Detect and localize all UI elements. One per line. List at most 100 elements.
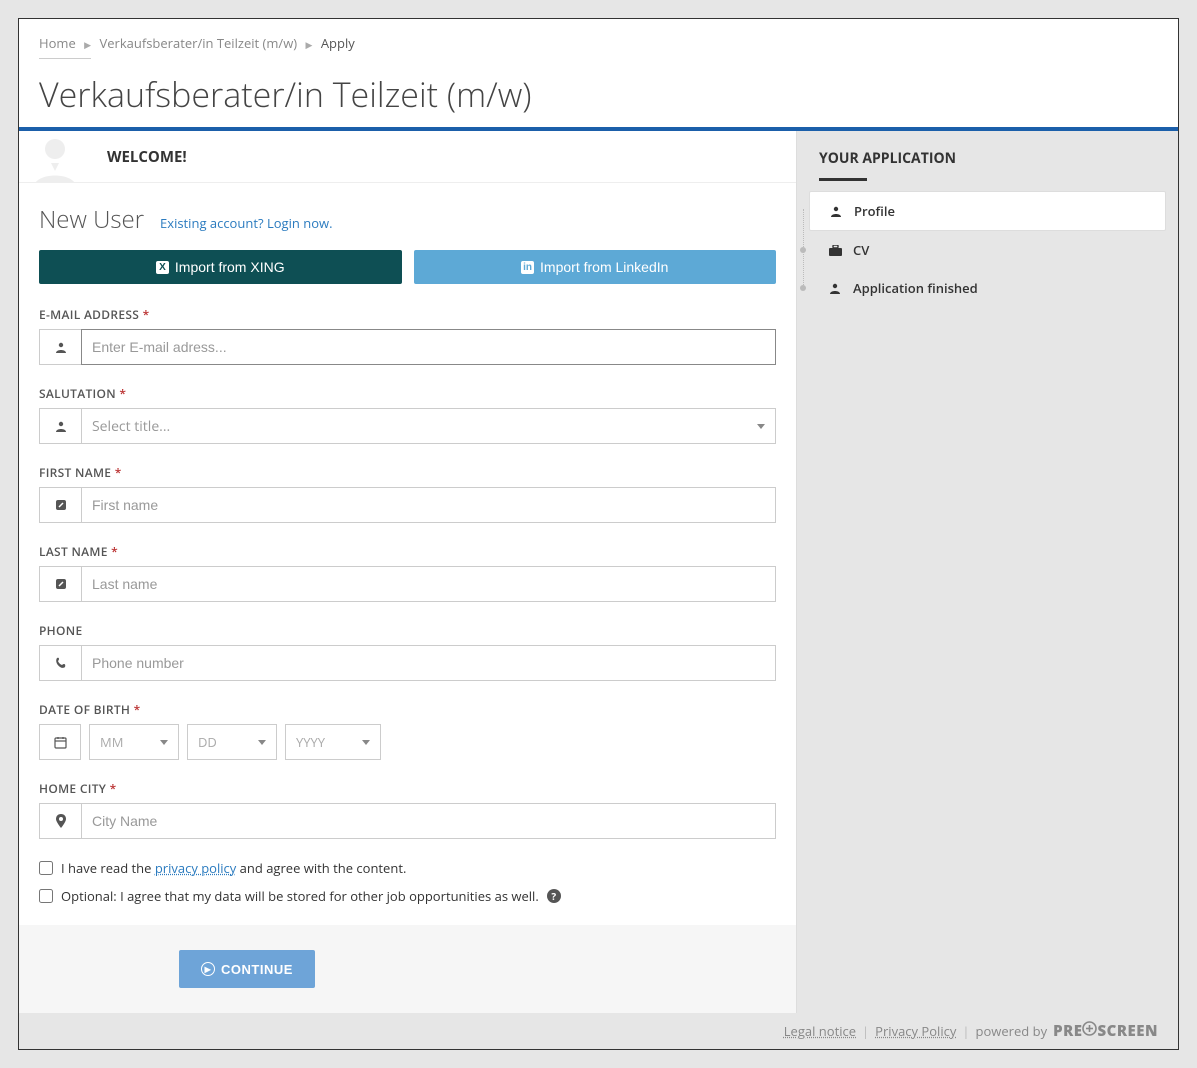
- firstname-input[interactable]: [81, 487, 776, 523]
- dob-day-placeholder: DD: [198, 733, 217, 751]
- new-user-line: New User Existing account? Login now.: [39, 203, 776, 236]
- prescreen-brand: PRESCREEN: [1053, 1021, 1158, 1041]
- breadcrumb-home[interactable]: Home: [39, 34, 76, 52]
- dob-year-placeholder: YYYY: [296, 733, 325, 751]
- breadcrumb-current: Apply: [321, 34, 355, 52]
- xing-icon: X: [156, 261, 169, 274]
- continue-label: CONTINUE: [221, 962, 293, 977]
- required-marker: *: [110, 780, 117, 797]
- chevron-right-icon: ▶: [84, 38, 91, 51]
- chevron-right-icon: ▶: [306, 38, 313, 51]
- breadcrumb-job[interactable]: Verkaufsberater/in Teilzeit (m/w): [99, 34, 297, 52]
- lastname-group: [39, 566, 776, 602]
- dob-month-placeholder: MM: [100, 733, 123, 751]
- login-link[interactable]: Existing account? Login now.: [160, 214, 332, 232]
- phone-input[interactable]: [81, 645, 776, 681]
- brand-post: SCREEN: [1097, 1021, 1158, 1041]
- dob-day-select[interactable]: DD: [187, 724, 277, 760]
- separator: |: [962, 1022, 969, 1040]
- homecity-label: HOME CITY *: [39, 780, 776, 797]
- privacy-checkbox-row[interactable]: I have read the privacy policy and agree…: [39, 859, 776, 877]
- header: Home ▶ Verkaufsberater/in Teilzeit (m/w)…: [19, 19, 1178, 127]
- content: WELCOME! New User Existing account? Logi…: [19, 131, 1178, 1013]
- dob-label-text: DATE OF BIRTH: [39, 701, 130, 718]
- salutation-select[interactable]: Select title...: [81, 408, 776, 444]
- brand-plus-icon: [1082, 1021, 1097, 1036]
- linkedin-icon: in: [521, 261, 534, 274]
- step-cv[interactable]: CV: [809, 231, 1166, 269]
- privacy-policy-footer-link[interactable]: Privacy Policy: [875, 1022, 956, 1040]
- user-icon: [39, 329, 81, 365]
- salutation-label: SALUTATION *: [39, 385, 776, 402]
- step-finished[interactable]: Application finished: [809, 269, 1166, 307]
- optional-checkbox-row[interactable]: Optional: I agree that my data will be s…: [39, 887, 776, 905]
- phone-icon: [39, 645, 81, 681]
- linkedin-button-label: Import from LinkedIn: [540, 259, 668, 275]
- dob-month-select[interactable]: MM: [89, 724, 179, 760]
- pin-icon: [39, 803, 81, 839]
- footer-bar: Legal notice | Privacy Policy | powered …: [19, 1013, 1178, 1049]
- caret-down-icon: [160, 740, 168, 745]
- xing-button-label: Import from XING: [175, 259, 285, 275]
- briefcase-icon: [827, 245, 843, 256]
- email-label: E-MAIL ADDRESS *: [39, 306, 776, 323]
- firstname-label: FIRST NAME *: [39, 464, 776, 481]
- optional-text: Optional: I agree that my data will be s…: [61, 887, 539, 905]
- privacy-post: and agree with the content.: [236, 859, 406, 877]
- sidebar-underline: [819, 178, 867, 181]
- separator: |: [862, 1022, 869, 1040]
- calendar-icon: [39, 724, 81, 760]
- import-buttons: X Import from XING in Import from Linked…: [39, 250, 776, 284]
- page-title: Verkaufsberater/in Teilzeit (m/w): [39, 71, 1158, 117]
- email-group: [39, 329, 776, 365]
- salutation-label-text: SALUTATION: [39, 385, 116, 402]
- sidebar-title: YOUR APPLICATION: [797, 131, 1178, 174]
- firstname-group: [39, 487, 776, 523]
- avatar-placeholder-icon: [19, 131, 89, 183]
- firstname-label-text: FIRST NAME: [39, 464, 111, 481]
- dob-group: MM DD YYYY: [39, 724, 776, 760]
- welcome-bar: WELCOME!: [19, 131, 796, 183]
- step-finished-label: Application finished: [853, 279, 978, 297]
- privacy-text: I have read the privacy policy and agree…: [61, 859, 406, 877]
- required-marker: *: [143, 306, 150, 323]
- import-xing-button[interactable]: X Import from XING: [39, 250, 402, 284]
- app-window: Home ▶ Verkaufsberater/in Teilzeit (m/w)…: [18, 18, 1179, 1050]
- lastname-input[interactable]: [81, 566, 776, 602]
- sidebar: YOUR APPLICATION Profile CV: [797, 131, 1178, 1013]
- email-input[interactable]: [81, 329, 776, 365]
- salutation-placeholder: Select title...: [92, 417, 170, 436]
- import-linkedin-button[interactable]: in Import from LinkedIn: [414, 250, 777, 284]
- step-cv-label: CV: [853, 241, 869, 259]
- powered-by-text: powered by: [976, 1022, 1048, 1040]
- privacy-checkbox[interactable]: [39, 861, 53, 875]
- caret-down-icon: [258, 740, 266, 745]
- legal-notice-link[interactable]: Legal notice: [784, 1022, 856, 1040]
- step-dot-icon: [800, 285, 806, 291]
- homecity-input[interactable]: [81, 803, 776, 839]
- caret-down-icon: [757, 424, 765, 429]
- form-area: New User Existing account? Login now. X …: [19, 183, 796, 925]
- phone-label-text: PHONE: [39, 622, 82, 639]
- dob-label: DATE OF BIRTH *: [39, 701, 776, 718]
- homecity-label-text: HOME CITY: [39, 780, 106, 797]
- privacy-policy-link[interactable]: privacy policy: [155, 859, 236, 877]
- user-icon: [828, 205, 844, 217]
- step-profile[interactable]: Profile: [809, 191, 1166, 231]
- email-label-text: E-MAIL ADDRESS: [39, 306, 139, 323]
- user-icon: [827, 282, 843, 294]
- breadcrumb: Home ▶ Verkaufsberater/in Teilzeit (m/w)…: [39, 34, 1158, 52]
- arrow-circle-right-icon: ▶: [201, 962, 215, 976]
- required-marker: *: [119, 385, 126, 402]
- salutation-group: Select title...: [39, 408, 776, 444]
- lastname-label: LAST NAME *: [39, 543, 776, 560]
- main-column: WELCOME! New User Existing account? Logi…: [19, 131, 797, 1013]
- phone-group: [39, 645, 776, 681]
- homecity-group: [39, 803, 776, 839]
- pencil-icon: [39, 566, 81, 602]
- continue-button[interactable]: ▶ CONTINUE: [179, 950, 315, 988]
- form-footer: ▶ CONTINUE: [19, 925, 796, 1013]
- dob-year-select[interactable]: YYYY: [285, 724, 381, 760]
- help-icon[interactable]: ?: [547, 889, 561, 903]
- optional-checkbox[interactable]: [39, 889, 53, 903]
